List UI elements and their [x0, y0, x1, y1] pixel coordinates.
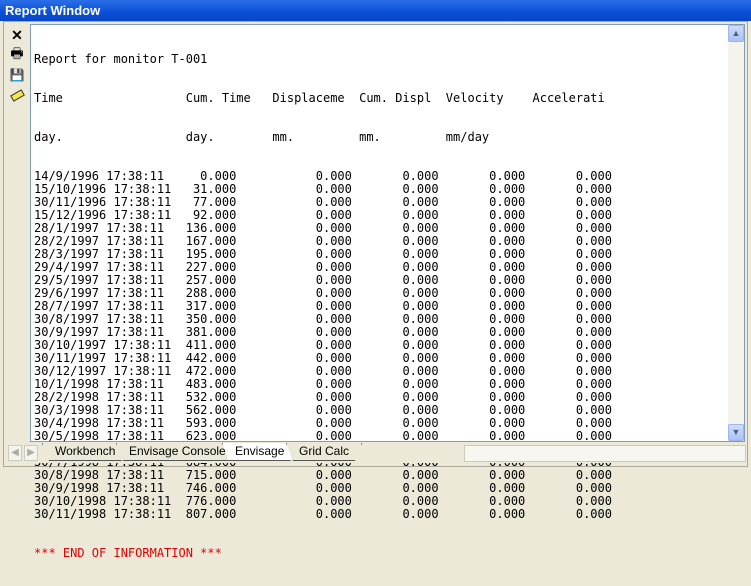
tab-envisage[interactable]: Envisage	[222, 443, 297, 461]
report-rows: 14/9/1996 17:38:11 0.000 0.000 0.000 0.0…	[34, 170, 612, 521]
end-of-information: *** END OF INFORMATION ***	[34, 546, 222, 560]
side-toolbar: ✕ 🖶 💾	[8, 26, 28, 106]
scroll-down-button[interactable]: ▼	[728, 424, 744, 441]
table-row: 30/8/1998 17:38:11 715.000 0.000 0.000 0…	[34, 468, 612, 482]
report-area[interactable]: Report for monitor T-001 Time Cum. Time …	[30, 24, 728, 560]
table-row: 30/9/1998 17:38:11 746.000 0.000 0.000 0…	[34, 481, 612, 495]
window-title: Report Window	[5, 3, 101, 18]
eraser-icon	[9, 88, 25, 102]
report-text: Report for monitor T-001 Time Cum. Time …	[34, 27, 612, 586]
print-button[interactable]: 🖶	[8, 45, 26, 64]
title-bar: Report Window	[0, 0, 751, 21]
vertical-scrollbar[interactable]: ▲ ▼	[728, 24, 745, 442]
header-row-1: Time Cum. Time Displaceme Cum. Displ Vel…	[34, 91, 605, 105]
report-title: Report for monitor T-001	[34, 52, 208, 66]
close-button[interactable]: ✕	[8, 26, 26, 44]
tab-workbench[interactable]: Workbench	[42, 443, 128, 461]
save-icon: 💾	[9, 68, 25, 82]
table-row: 30/11/1998 17:38:11 807.000 0.000 0.000 …	[34, 507, 612, 521]
print-icon: 🖶	[10, 45, 24, 61]
table-row: 30/10/1998 17:38:11 776.000 0.000 0.000 …	[34, 494, 612, 508]
scroll-up-button[interactable]: ▲	[728, 25, 744, 42]
tab-scroll-right[interactable]: ▶	[24, 445, 38, 461]
tab-scroll-left[interactable]: ◀	[8, 445, 22, 461]
horizontal-scrollbar[interactable]	[464, 445, 746, 462]
tab-envisage-console[interactable]: Envisage Console	[116, 443, 239, 461]
tab-grid-calc[interactable]: Grid Calc	[286, 443, 362, 461]
save-button[interactable]: 💾	[8, 66, 26, 84]
tab-bar: ◀ ▶ Workbench Envisage Console Envisage …	[4, 443, 746, 463]
close-icon: ✕	[11, 26, 23, 43]
header-row-2: day. day. mm. mm. mm/day	[34, 130, 533, 144]
clear-button[interactable]	[8, 86, 26, 104]
